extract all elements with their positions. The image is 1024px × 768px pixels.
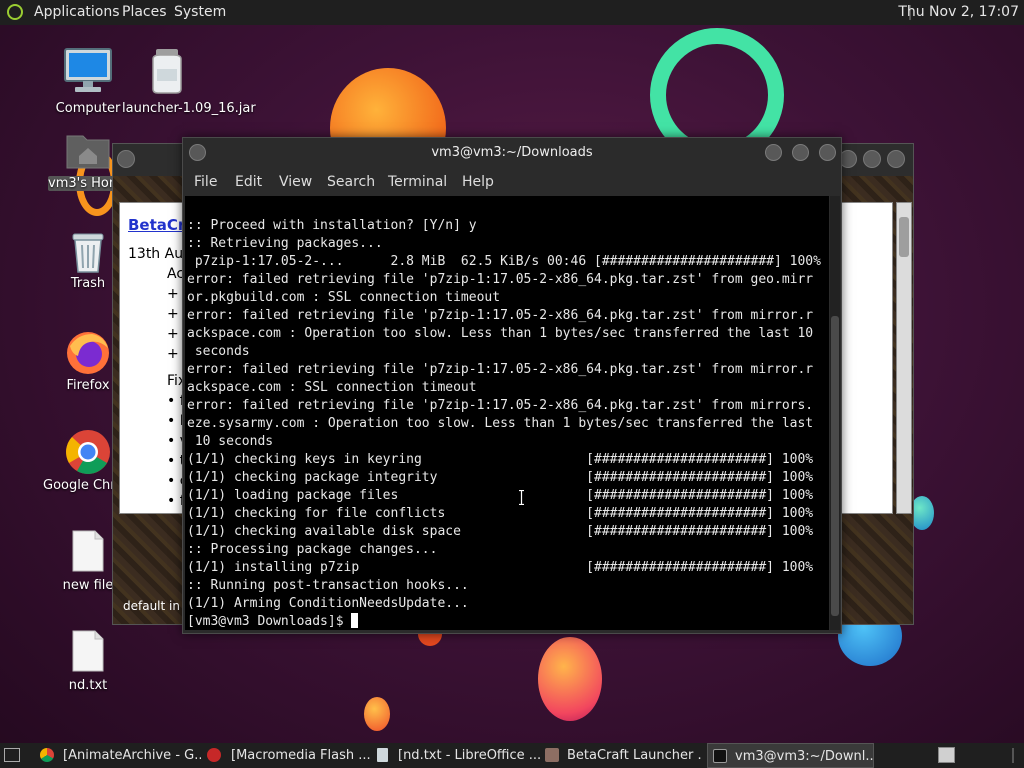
terminal-line: (1/1) checking package integrity [######… xyxy=(187,470,814,485)
places-menu[interactable]: Places xyxy=(122,4,167,20)
jar-icon xyxy=(152,49,182,94)
terminal-line: (1/1) Arming ConditionNeedsUpdate... xyxy=(187,596,469,611)
distro-logo-icon[interactable] xyxy=(7,4,23,20)
terminal-line: (1/1) checking for file conflicts [#####… xyxy=(187,506,814,521)
document-icon xyxy=(377,748,388,762)
terminal-close-button[interactable] xyxy=(819,144,836,161)
terminal-line: (1/1) loading package files [###########… xyxy=(187,488,814,503)
betacraft-maximize-button[interactable] xyxy=(863,150,881,168)
desktop-icon-nd-txt[interactable]: nd.txt xyxy=(43,629,133,699)
terminal-prompt: [vm3@vm3 Downloads]$ xyxy=(187,614,352,629)
menu-view[interactable]: View xyxy=(279,174,312,190)
terminal-line: :: Processing package changes... xyxy=(187,542,438,557)
betacraft-footer-text: default in xyxy=(123,599,180,613)
menu-search[interactable]: Search xyxy=(327,174,375,190)
task-label: [Macromedia Flash ... xyxy=(231,748,371,763)
applications-menu[interactable]: Applications xyxy=(34,4,120,20)
betacraft-scrollbar[interactable] xyxy=(896,202,912,514)
desktop-icon-label: launcher-1.09_16.jar xyxy=(122,101,256,116)
desktop-icon-computer[interactable]: Computer xyxy=(43,47,133,117)
taskbar: [AnimateArchive - G... [Macromedia Flash… xyxy=(0,743,1024,768)
terminal-line: ackspace.com : SSL connection timeout xyxy=(187,380,477,395)
trash-icon xyxy=(72,233,104,273)
desktop-icon-launcher-jar[interactable]: launcher-1.09_16.jar xyxy=(122,47,256,117)
desktop-icon-label: nd.txt xyxy=(68,678,108,693)
task-label: [AnimateArchive - G... xyxy=(63,748,201,763)
java-icon xyxy=(545,748,559,762)
top-panel: Applications Places System Thu Nov 2, 17… xyxy=(0,0,1024,25)
terminal-title: vm3@vm3:~/Downloads xyxy=(431,145,593,160)
flash-icon xyxy=(207,748,221,762)
menu-edit[interactable]: Edit xyxy=(235,174,262,190)
betacraft-close-button[interactable] xyxy=(887,150,905,168)
terminal-line: seconds xyxy=(187,344,250,359)
task-libreoffice[interactable]: [nd.txt - LibreOffice ... xyxy=(374,743,540,768)
terminal-minimize-button[interactable] xyxy=(765,144,782,161)
terminal-line: :: Running post-transaction hooks... xyxy=(187,578,469,593)
terminal-icon xyxy=(713,749,727,763)
task-label: [nd.txt - LibreOffice ... xyxy=(398,748,540,763)
show-desktop-icon[interactable] xyxy=(4,748,20,762)
firefox-icon xyxy=(67,332,109,374)
wallpaper-small-blob xyxy=(364,697,390,731)
terminal-window[interactable]: vm3@vm3:~/Downloads File Edit View Searc… xyxy=(182,137,842,634)
panel-separator xyxy=(1012,748,1014,763)
desktop: Applications Places System Thu Nov 2, 17… xyxy=(0,0,1024,768)
betacraft-scroll-thumb[interactable] xyxy=(899,217,909,257)
terminal-titlebar[interactable]: vm3@vm3:~/Downloads xyxy=(183,138,841,168)
terminal-scrollbar[interactable] xyxy=(830,196,840,630)
terminal-line: ackspace.com : Operation too slow. Less … xyxy=(187,326,814,341)
system-menu[interactable]: System xyxy=(174,4,226,20)
menu-terminal[interactable]: Terminal xyxy=(388,174,447,190)
task-macromedia-flash[interactable]: [Macromedia Flash ... xyxy=(204,743,372,768)
terminal-line: p7zip-1:17.05-2-... 2.8 MiB 62.5 KiB/s 0… xyxy=(187,254,821,269)
home-folder-icon xyxy=(66,135,110,169)
terminal-line: or.pkgbuild.com : SSL connection timeout xyxy=(187,290,501,305)
file-icon xyxy=(72,530,104,572)
menu-file[interactable]: File xyxy=(194,174,217,190)
wallpaper-pink-blob xyxy=(538,637,602,721)
terminal-line: (1/1) checking available disk space [###… xyxy=(187,524,814,539)
terminal-line: (1/1) checking keys in keyring [########… xyxy=(187,452,814,467)
task-label: vm3@vm3:~/Downl... xyxy=(735,749,874,764)
terminal-scroll-thumb[interactable] xyxy=(831,316,839,616)
terminal-line: 10 seconds xyxy=(187,434,274,449)
terminal-line: :: Proceed with installation? [Y/n] y xyxy=(187,218,477,233)
terminal-window-menu-button[interactable] xyxy=(189,144,206,161)
monitor-icon xyxy=(64,48,112,92)
workspace-switcher[interactable] xyxy=(938,747,955,763)
chrome-icon xyxy=(66,430,110,474)
text-cursor-icon xyxy=(519,490,524,505)
menu-help[interactable]: Help xyxy=(462,174,494,190)
terminal-line: :: Retrieving packages... xyxy=(187,236,383,251)
terminal-line: error: failed retrieving file 'p7zip-1:1… xyxy=(187,398,814,413)
terminal-line: error: failed retrieving file 'p7zip-1:1… xyxy=(187,308,814,323)
betacraft-menu-button[interactable] xyxy=(117,150,135,168)
task-betacraft[interactable]: BetaCraft Launcher ... xyxy=(543,743,703,768)
task-terminal[interactable]: vm3@vm3:~/Downl... xyxy=(707,743,874,768)
terminal-screen[interactable]: :: Proceed with installation? [Y/n] y ::… xyxy=(185,196,829,630)
terminal-line: (1/1) installing p7zip [################… xyxy=(187,560,814,575)
task-animatearchive[interactable]: [AnimateArchive - G... xyxy=(37,743,201,768)
clock[interactable]: Thu Nov 2, 17:07 xyxy=(898,4,1019,20)
terminal-output: :: Proceed with installation? [Y/n] y ::… xyxy=(187,217,821,630)
chrome-icon xyxy=(40,748,54,762)
file-icon xyxy=(72,630,104,672)
terminal-cursor xyxy=(351,613,359,628)
terminal-line: error: failed retrieving file 'p7zip-1:1… xyxy=(187,272,814,287)
terminal-line: eze.sysarmy.com : Operation too slow. Le… xyxy=(187,416,814,431)
terminal-line: error: failed retrieving file 'p7zip-1:1… xyxy=(187,362,814,377)
task-label: BetaCraft Launcher ... xyxy=(567,748,703,763)
desktop-icon-label: Computer xyxy=(55,101,121,116)
terminal-menubar: File Edit View Search Terminal Help xyxy=(183,168,841,196)
terminal-maximize-button[interactable] xyxy=(792,144,809,161)
